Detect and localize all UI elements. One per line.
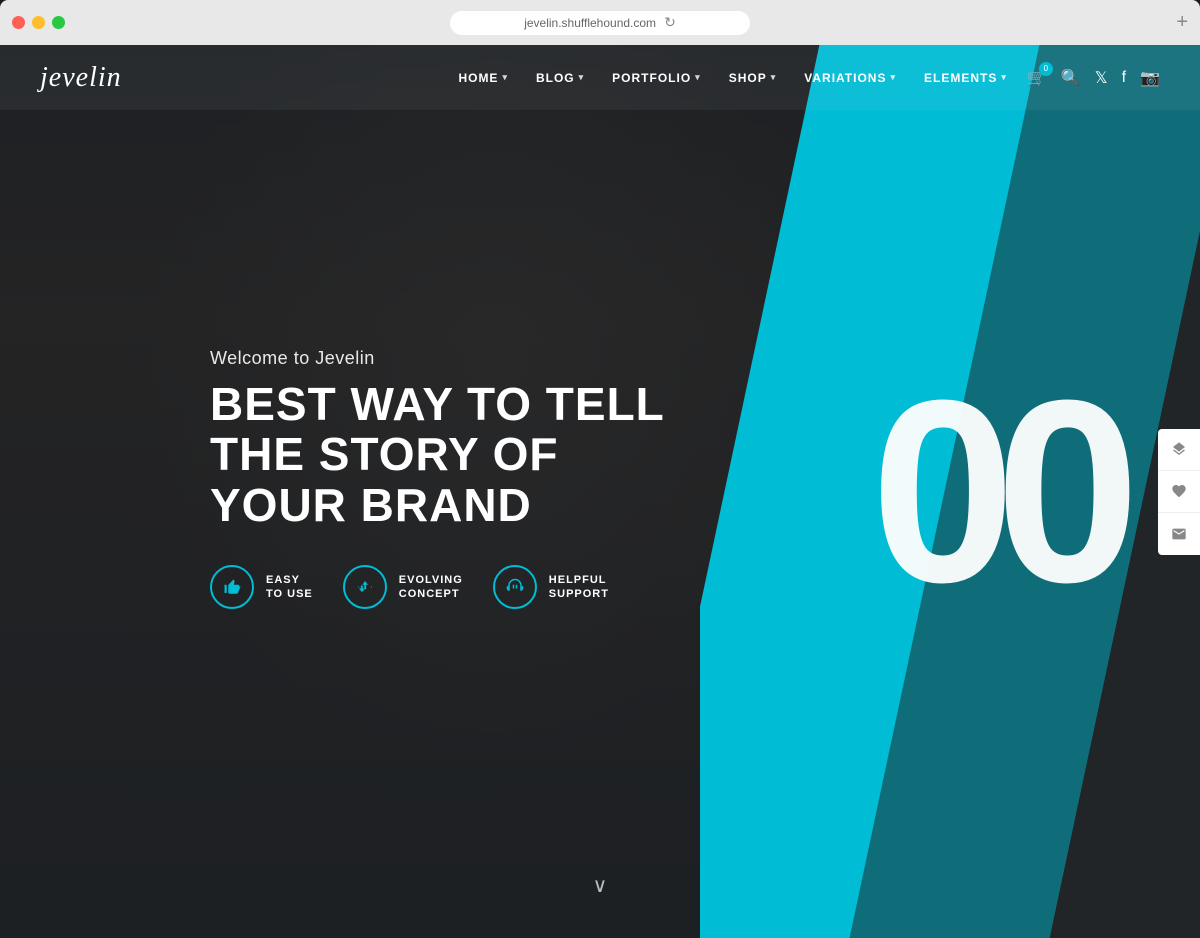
nav-item-shop[interactable]: SHOP ▾	[729, 71, 777, 85]
right-sidebar	[1158, 429, 1200, 555]
chevron-down-icon: ▾	[695, 72, 701, 83]
nav-item-blog[interactable]: BLOG ▾	[536, 71, 584, 85]
heart-icon[interactable]	[1158, 471, 1200, 513]
twitter-icon[interactable]: 𝕏	[1095, 68, 1108, 88]
helpful-support-label: HELPFULSUPPORT	[549, 573, 609, 602]
chevron-down-icon: ▾	[502, 72, 508, 83]
hero-subtitle: Welcome to Jevelin	[210, 348, 690, 369]
cart-icon[interactable]: 🛒 0	[1027, 68, 1047, 88]
new-tab-button[interactable]: +	[1176, 11, 1188, 34]
browser-chrome: jevelin.shufflehound.com ↻ +	[0, 0, 1200, 45]
nav-link-elements[interactable]: ELEMENTS ▾	[924, 71, 1007, 85]
nav-links: HOME ▾ BLOG ▾ PORTFOLIO ▾ SHOP ▾	[458, 71, 1006, 85]
nav-item-home[interactable]: HOME ▾	[458, 71, 508, 85]
nav-link-shop[interactable]: SHOP ▾	[729, 71, 777, 85]
chevron-down-icon: ▾	[579, 72, 585, 83]
instagram-icon[interactable]: 📷	[1140, 68, 1160, 88]
nav-icons: 🛒 0 🔍 𝕏 f 📷	[1027, 68, 1160, 88]
chevron-down-icon: ▾	[890, 72, 896, 83]
cart-badge: 0	[1039, 62, 1053, 76]
scroll-down-arrow[interactable]: ∨	[593, 873, 608, 898]
logo[interactable]: jevelin	[40, 62, 122, 94]
layers-icon[interactable]	[1158, 429, 1200, 471]
nav-link-portfolio[interactable]: PORTFOLIO ▾	[612, 71, 701, 85]
search-icon[interactable]: 🔍	[1061, 68, 1081, 88]
close-button[interactable]	[12, 16, 25, 29]
chevron-down-icon: ▾	[1001, 72, 1007, 83]
address-bar[interactable]: jevelin.shufflehound.com ↻	[450, 11, 750, 35]
easy-to-use-label: EASYTO USE	[266, 573, 313, 602]
hero-title: BEST WAY TO TELL THE STORY OF YOUR BRAND	[210, 379, 690, 531]
hero-content: Welcome to Jevelin BEST WAY TO TELL THE …	[210, 348, 690, 610]
maximize-button[interactable]	[52, 16, 65, 29]
navbar: jevelin HOME ▾ BLOG ▾ PORTFOLIO ▾	[0, 45, 1200, 110]
nav-link-blog[interactable]: BLOG ▾	[536, 71, 584, 85]
nav-link-home[interactable]: HOME ▾	[458, 71, 508, 85]
feature-easy-to-use: EASYTO USE	[210, 565, 313, 609]
nav-link-variations[interactable]: VARIATIONS ▾	[804, 71, 896, 85]
feature-helpful-support: HELPFULSUPPORT	[493, 565, 609, 609]
url-text: jevelin.shufflehound.com	[524, 16, 656, 30]
mail-icon[interactable]	[1158, 513, 1200, 555]
facebook-icon[interactable]: f	[1122, 69, 1126, 87]
website-container: 00 jevelin HOME ▾ BLOG ▾ PORTFOLIO ▾	[0, 45, 1200, 938]
thumbs-up-icon	[210, 565, 254, 609]
waveform-icon	[343, 565, 387, 609]
headphones-icon	[493, 565, 537, 609]
hero-big-numbers: 00	[871, 362, 1120, 622]
feature-evolving-concept: EVOLVINGCONCEPT	[343, 565, 463, 609]
refresh-icon[interactable]: ↻	[664, 14, 676, 31]
traffic-lights	[12, 16, 65, 29]
feature-badges: EASYTO USE EVOLVINGCONCEPT	[210, 565, 690, 609]
evolving-concept-label: EVOLVINGCONCEPT	[399, 573, 463, 602]
chevron-down-icon: ▾	[771, 72, 777, 83]
nav-item-elements[interactable]: ELEMENTS ▾	[924, 71, 1007, 85]
nav-item-portfolio[interactable]: PORTFOLIO ▾	[612, 71, 701, 85]
minimize-button[interactable]	[32, 16, 45, 29]
nav-item-variations[interactable]: VARIATIONS ▾	[804, 71, 896, 85]
